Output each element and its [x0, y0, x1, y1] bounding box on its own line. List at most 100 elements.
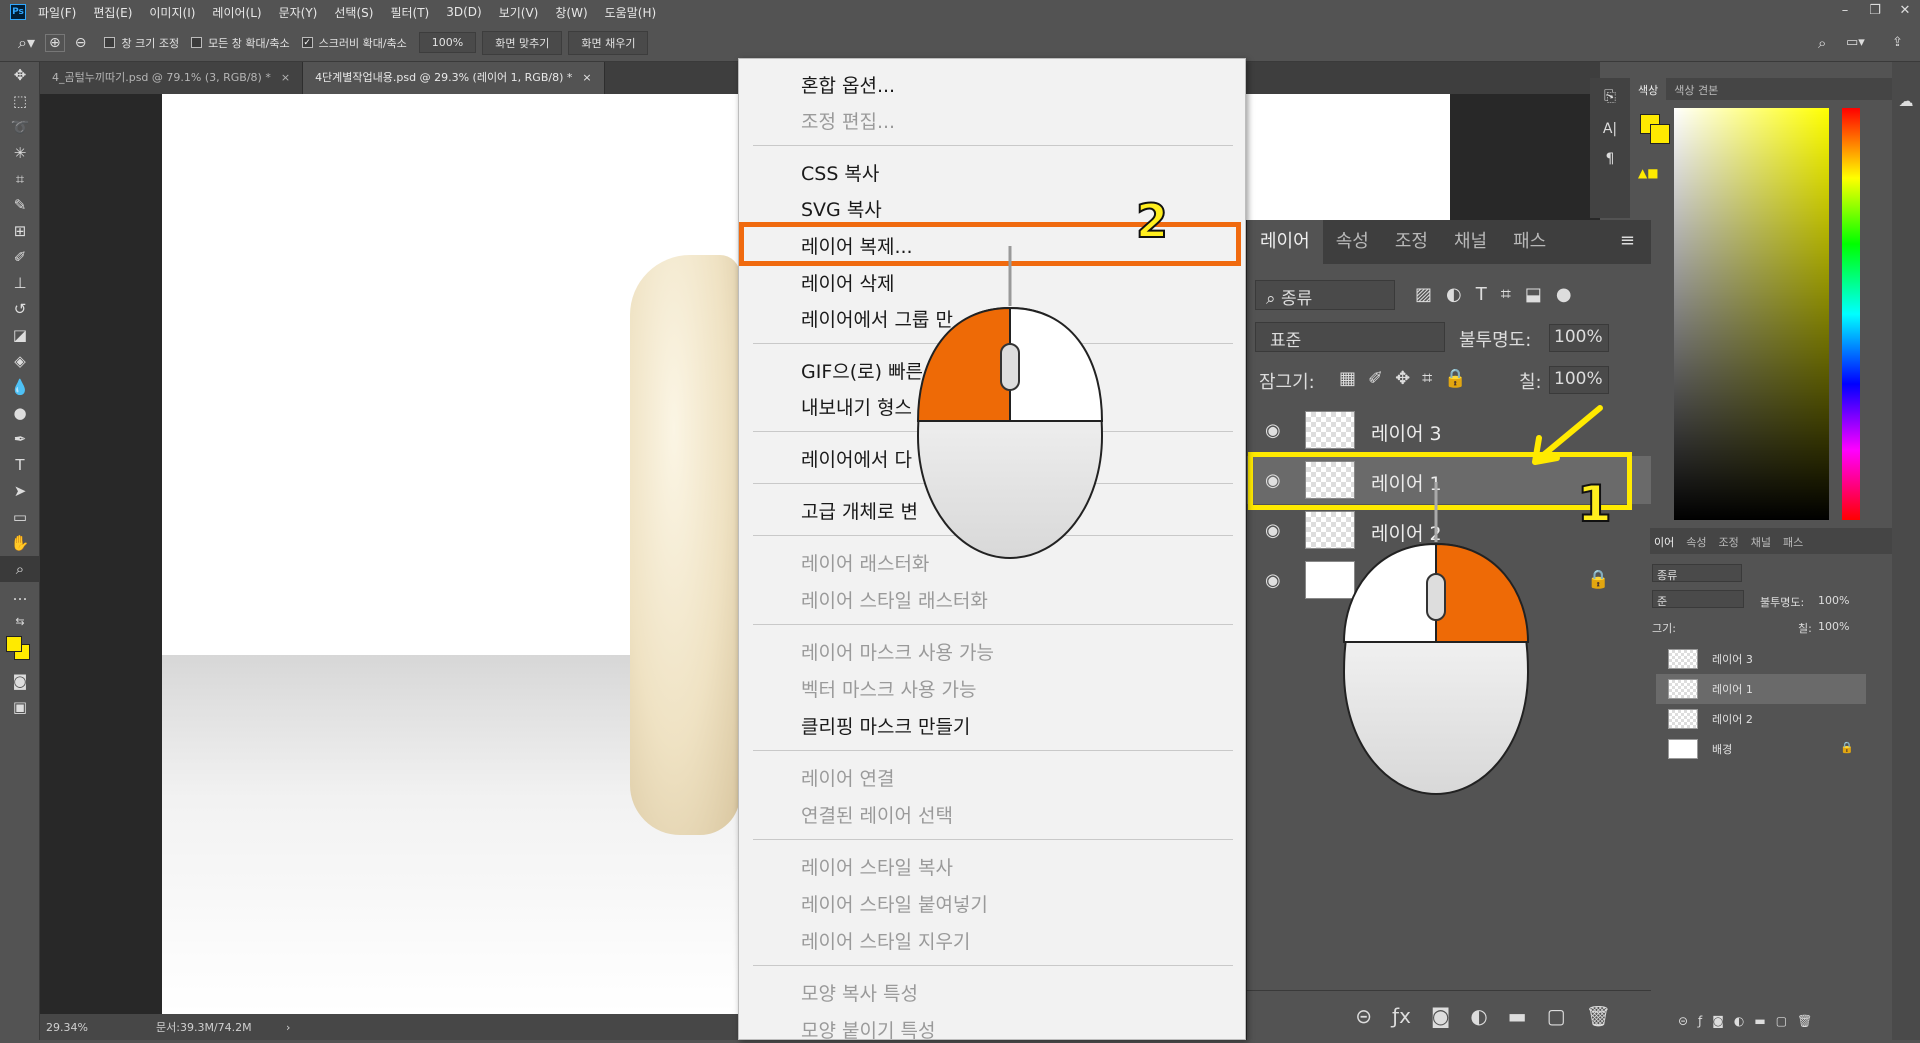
fill-field[interactable]: 100% [1549, 366, 1609, 394]
menu-item-copy-css[interactable]: CSS 복사 [801, 159, 879, 186]
character-icon[interactable]: A| [1590, 114, 1630, 144]
menu-view[interactable]: 보기(V) [499, 4, 539, 21]
color-swatches[interactable] [0, 634, 40, 668]
delete-layer-icon[interactable]: 🗑 [1586, 1004, 1611, 1028]
opacity-field[interactable]: 100% [1549, 324, 1609, 352]
tab-channels-2[interactable]: 채널 [1745, 528, 1777, 554]
menu-item-artboard-from-layers[interactable]: 레이어에서 다 [801, 445, 912, 472]
rectangle-tool-icon[interactable]: ▭ [0, 504, 40, 530]
blend-select-2[interactable]: 준 [1652, 590, 1744, 608]
visibility-eye-icon[interactable]: ◉ [1265, 570, 1281, 591]
color-field[interactable] [1674, 108, 1829, 520]
zoom-percent[interactable]: 29.34% [46, 1021, 116, 1034]
tab-close-icon[interactable]: × [281, 71, 290, 84]
eraser-tool-icon[interactable]: ◪ [0, 322, 40, 348]
lasso-tool-icon[interactable]: ➰ [0, 114, 40, 140]
dodge-tool-icon[interactable]: ● [0, 400, 40, 426]
zoom-tool-active-icon[interactable]: ⌕ [0, 556, 40, 582]
tab-document-1[interactable]: 4_곰털누끼따기.psd @ 79.1% (3, RGB/8) * × [40, 62, 304, 94]
swap-colors-icon[interactable]: ⇆ [0, 608, 40, 634]
menu-item-delete-layer[interactable]: 레이어 삭제 [801, 269, 894, 296]
mini-layer-row[interactable]: 레이어 2 [1656, 704, 1866, 734]
bg-color-chip[interactable] [1650, 124, 1670, 144]
quick-mask-icon[interactable]: ◙ [0, 668, 40, 694]
menu-item-convert-smart-object[interactable]: 고급 개체로 변 [801, 497, 918, 524]
tab-document-2[interactable]: 4단계별작업내용.psd @ 29.3% (레이어 1, RGB/8) * × [303, 62, 605, 94]
path-select-icon[interactable]: ➤ [0, 478, 40, 504]
menu-item-copy-svg[interactable]: SVG 복사 [801, 195, 882, 222]
brush-tool-icon[interactable]: ✐ [0, 244, 40, 270]
menu-file[interactable]: 파일(F) [38, 4, 76, 21]
move-tool-icon[interactable]: ✥ [0, 62, 40, 88]
new-group-icon[interactable]: ▬ [1508, 1004, 1527, 1028]
scrubby-zoom-checkbox[interactable]: ✓ 스크러비 확대/축소 [301, 35, 407, 51]
tab-paths-2[interactable]: 패스 [1777, 528, 1809, 554]
tab-adjustments[interactable]: 조정 [1382, 220, 1441, 264]
adjustment-layer-icon[interactable]: ◐ [1470, 1004, 1487, 1028]
workspace-icon[interactable]: ▭▾ [1846, 35, 1865, 50]
healing-brush-icon[interactable]: ⊞ [0, 218, 40, 244]
tab-properties[interactable]: 속성 [1323, 220, 1382, 264]
menu-3d[interactable]: 3D(D) [446, 5, 481, 19]
resize-windows-checkbox[interactable]: 창 크기 조정 [104, 35, 179, 51]
pen-tool-icon[interactable]: ✒ [0, 426, 40, 452]
zoom-all-checkbox[interactable]: 모든 창 확대/축소 [191, 35, 290, 51]
menu-select[interactable]: 선택(S) [334, 4, 373, 21]
blur-tool-icon[interactable]: 💧 [0, 374, 40, 400]
tab-layers[interactable]: 레이어 [1247, 220, 1323, 264]
panel-menu-icon[interactable]: ≡ [1620, 230, 1635, 251]
layer-name[interactable]: 레이어 3 [1371, 419, 1442, 446]
libraries-icon[interactable]: ☁ [1892, 92, 1920, 110]
menu-image[interactable]: 이미지(I) [149, 4, 195, 21]
tab-adjust-2[interactable]: 조정 [1713, 528, 1745, 554]
layer-filter-select[interactable]: ⌕ 종류 [1255, 280, 1395, 310]
fill-value-2[interactable]: 100% [1818, 620, 1849, 633]
mini-layer-row[interactable]: 배경 🔒 [1656, 734, 1866, 764]
menu-type[interactable]: 문자(Y) [279, 4, 318, 21]
menu-item-create-clipping-mask[interactable]: 클리핑 마스크 만들기 [801, 712, 970, 739]
foreground-color-swatch[interactable] [6, 636, 22, 652]
tab-close-icon[interactable]: × [582, 71, 591, 84]
more-tools-icon[interactable]: … [0, 582, 40, 608]
type-tool-icon[interactable]: T [0, 452, 40, 478]
link-layers-icon[interactable]: ⊝ [1355, 1004, 1372, 1028]
menu-help[interactable]: 도움말(H) [605, 4, 657, 21]
status-arrow-icon[interactable]: › [286, 1021, 290, 1034]
mini-layer-row-selected[interactable]: 레이어 1 [1656, 674, 1866, 704]
menu-filter[interactable]: 필터(T) [390, 4, 429, 21]
filter-select-2[interactable]: 종류 [1652, 564, 1742, 582]
restore-icon[interactable]: ❐ [1860, 0, 1890, 22]
visibility-eye-icon[interactable]: ◉ [1265, 420, 1281, 441]
opacity-value-2[interactable]: 100% [1818, 594, 1849, 607]
mini-layer-row[interactable]: 레이어 3 [1656, 644, 1866, 674]
menu-item-quick-export[interactable]: GIF으(로) 빠른 [801, 357, 923, 384]
tab-layers-2[interactable]: 이어 [1648, 528, 1680, 554]
search-icon[interactable]: ⌕ [1818, 34, 1826, 52]
fit-screen-button[interactable]: 화면 맞추기 [482, 30, 563, 55]
hue-slider[interactable] [1842, 108, 1860, 520]
eyedropper-icon[interactable]: ✎ [0, 192, 40, 218]
menu-item-blending-options[interactable]: 혼합 옵션... [801, 71, 895, 98]
zoom-out-icon[interactable]: ⊖ [75, 35, 87, 51]
tab-swatches[interactable]: 색상 견본 [1666, 78, 1726, 100]
tab-channels[interactable]: 채널 [1441, 220, 1500, 264]
fx-icon[interactable]: ƒx [1392, 1004, 1411, 1028]
menu-layer[interactable]: 레이어(L) [212, 4, 261, 21]
tab-color[interactable]: 색상 [1630, 78, 1667, 100]
magic-wand-icon[interactable]: ✳ [0, 140, 40, 166]
crop-tool-icon[interactable]: ⌗ [0, 166, 40, 192]
paint-bucket-icon[interactable]: ◈ [0, 348, 40, 374]
menu-item-export-as[interactable]: 내보내기 형스 [801, 393, 912, 420]
new-layer-icon[interactable]: ▢ [1547, 1004, 1566, 1028]
screen-mode-icon[interactable]: ▣ [0, 694, 40, 720]
zoom-value-field[interactable]: 100% [418, 32, 477, 53]
close-icon[interactable]: ✕ [1890, 0, 1920, 22]
menu-edit[interactable]: 편집(E) [93, 4, 132, 21]
fill-screen-button[interactable]: 화면 채우기 [568, 30, 649, 55]
hand-tool-icon[interactable]: ✋ [0, 530, 40, 556]
history-icon[interactable]: ⎘ [1590, 78, 1630, 114]
zoom-in-icon[interactable]: ⊕ [45, 33, 65, 52]
stamp-tool-icon[interactable]: ⊥ [0, 270, 40, 296]
tab-properties-2[interactable]: 속성 [1680, 528, 1712, 554]
history-brush-icon[interactable]: ↺ [0, 296, 40, 322]
